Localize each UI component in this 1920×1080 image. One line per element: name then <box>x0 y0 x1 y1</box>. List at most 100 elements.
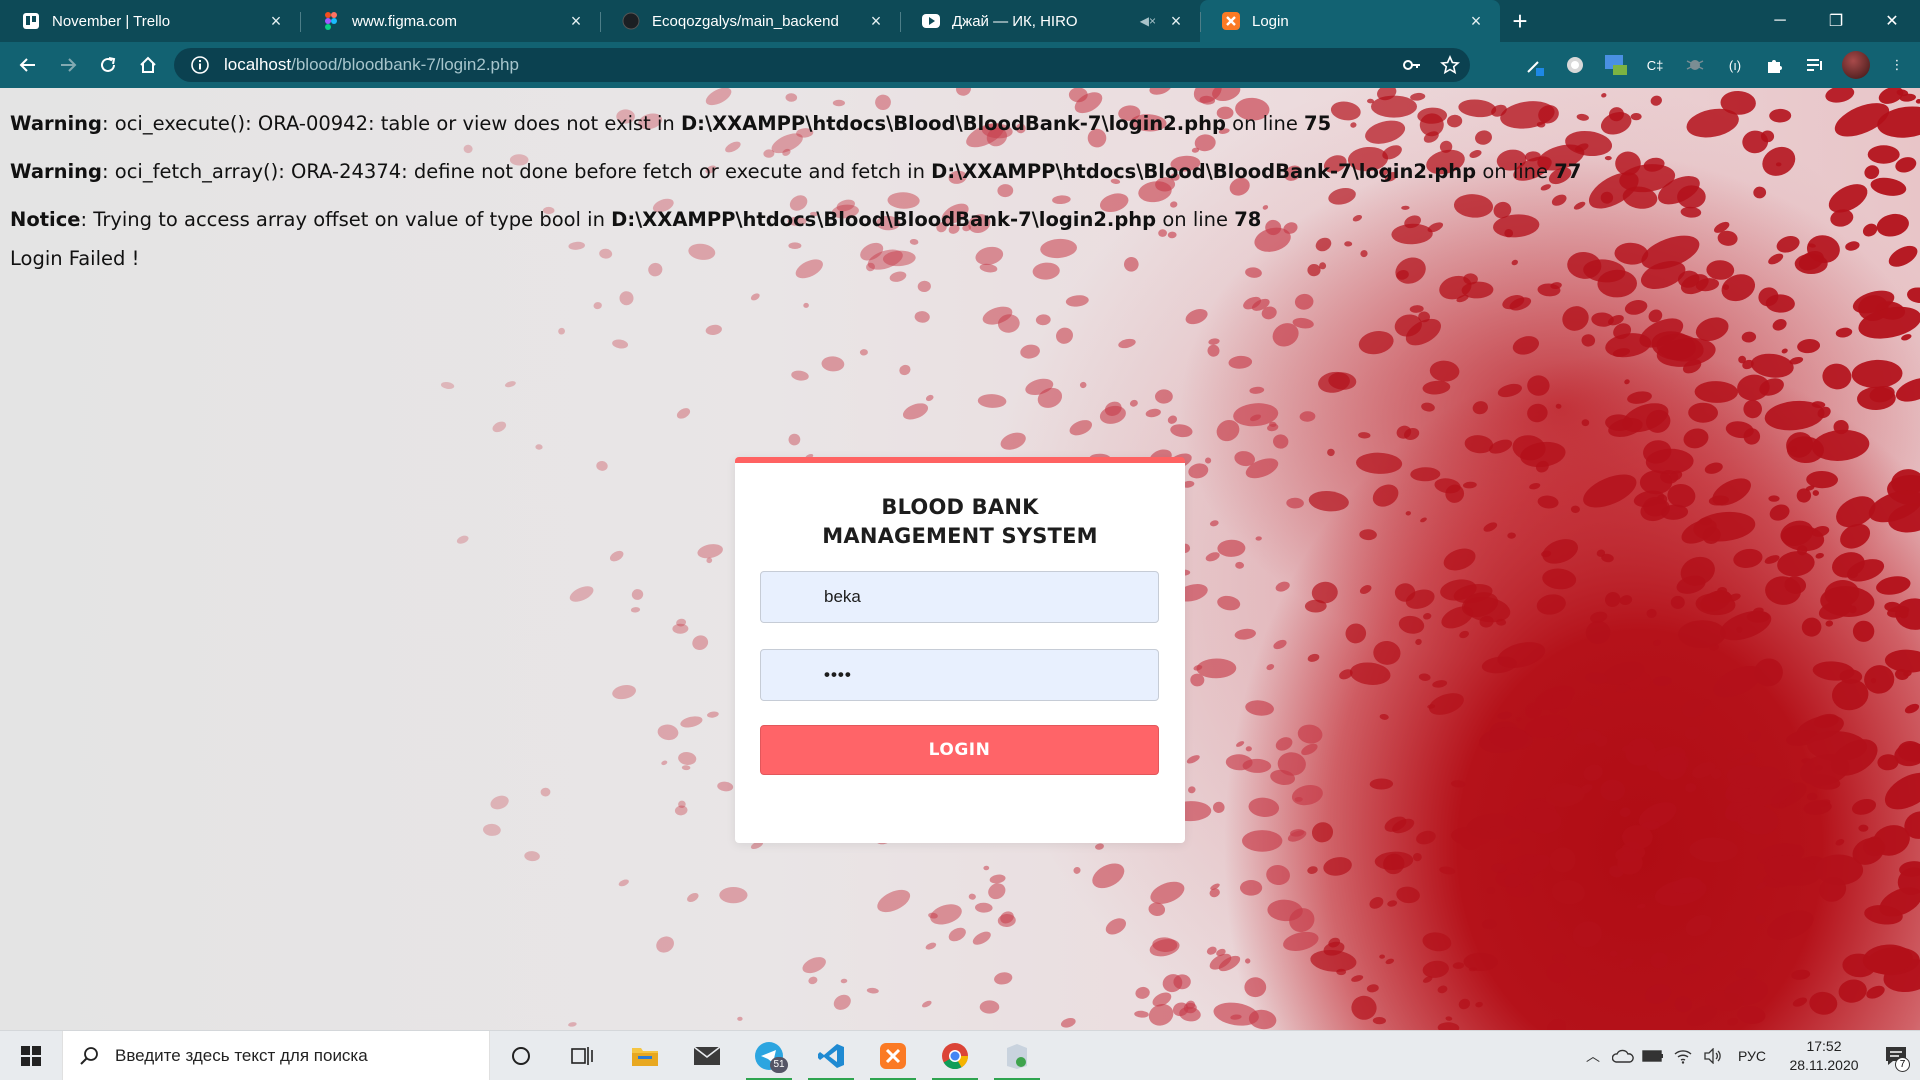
start-button[interactable] <box>0 1031 62 1080</box>
msg-on-line: on line <box>1225 112 1305 135</box>
media-queue-icon[interactable] <box>1802 52 1828 78</box>
chrome-icon <box>942 1042 969 1069</box>
telegram-unread-badge: 51 <box>770 1056 788 1073</box>
close-icon[interactable]: × <box>1466 11 1486 31</box>
php-notice: Notice: Trying to access array offset on… <box>10 196 1581 244</box>
speaker-muted-icon[interactable]: ◀× <box>1140 14 1156 28</box>
task-view-icon <box>571 1046 593 1065</box>
cortana-button[interactable] <box>490 1031 552 1080</box>
close-icon[interactable]: × <box>566 11 586 31</box>
reload-button[interactable] <box>88 42 128 88</box>
url-host: localhost <box>224 55 292 74</box>
windows-taskbar: Введите здесь текст для поиска 51 ︿ РУС … <box>0 1030 1920 1080</box>
msg-text: : oci_fetch_array(): ORA-24374: define n… <box>102 160 932 183</box>
login-title: BLOOD BANK MANAGEMENT SYSTEM <box>735 493 1185 551</box>
tab-youtube[interactable]: Джай — ИК, HIRO ◀× × <box>900 0 1200 42</box>
record-icon[interactable] <box>1562 52 1588 78</box>
github-icon <box>622 12 640 30</box>
tab-login[interactable]: Login × <box>1200 0 1500 42</box>
tab-title: November | Trello <box>52 12 171 30</box>
clock[interactable]: 17:52 28.11.2020 <box>1776 1037 1872 1075</box>
battery-icon[interactable] <box>1638 1031 1668 1080</box>
home-icon <box>140 56 156 73</box>
xampp-button[interactable] <box>862 1031 924 1080</box>
login-status: Login Failed ! <box>10 247 140 270</box>
chrome-button[interactable] <box>924 1031 986 1080</box>
login-button[interactable]: LOGIN <box>760 725 1159 775</box>
tab-trello[interactable]: November | Trello × <box>0 0 300 42</box>
color-picker-icon[interactable] <box>1522 52 1548 78</box>
language-indicator[interactable]: РУС <box>1728 1031 1776 1080</box>
close-window-icon[interactable]: ✕ <box>1864 0 1920 42</box>
minimize-icon[interactable]: ─ <box>1752 0 1808 42</box>
search-placeholder: Введите здесь текст для поиска <box>115 1045 368 1065</box>
key-icon[interactable] <box>1402 55 1422 75</box>
onedrive-icon[interactable] <box>1608 1031 1638 1080</box>
msg-level: Warning <box>10 160 102 183</box>
back-button[interactable] <box>8 42 48 88</box>
figma-icon <box>322 12 340 30</box>
close-icon[interactable]: × <box>1166 11 1186 31</box>
star-icon[interactable] <box>1440 55 1460 75</box>
restore-icon[interactable]: ❐ <box>1808 0 1864 42</box>
arrow-left-icon <box>19 58 35 72</box>
installer-button[interactable] <box>986 1031 1048 1080</box>
browser-toolbar: localhost/blood/bloodbank-7/login2.php C… <box>0 42 1920 88</box>
msg-line: 77 <box>1554 160 1582 183</box>
msg-text: : Trying to access array offset on value… <box>80 208 612 231</box>
address-bar[interactable]: localhost/blood/bloodbank-7/login2.php <box>174 48 1470 82</box>
reload-icon <box>101 57 116 72</box>
window-controls: ─ ❐ ✕ <box>1752 0 1920 42</box>
home-button[interactable] <box>128 42 168 88</box>
taskbar-search[interactable]: Введите здесь текст для поиска <box>62 1030 490 1080</box>
msg-level: Notice <box>10 208 81 231</box>
login-title-line1: BLOOD BANK <box>881 495 1039 519</box>
cortana-circle-icon <box>512 1046 530 1065</box>
msg-file: D:\XXAMPP\htdocs\Blood\BloodBank-7\login… <box>931 160 1477 183</box>
new-tab-button[interactable]: + <box>1500 0 1540 42</box>
task-view-button[interactable] <box>552 1031 614 1080</box>
php-error-messages: Warning: oci_execute(): ORA-00942: table… <box>10 100 1581 278</box>
file-explorer-button[interactable] <box>614 1031 676 1080</box>
chevron-up-icon[interactable]: ︿ <box>1578 1031 1608 1080</box>
broadcast-icon[interactable]: (ı) <box>1722 52 1748 78</box>
tab-title: Джай — ИК, HIRO <box>952 12 1078 30</box>
clock-date: 28.11.2020 <box>1789 1057 1859 1073</box>
info-icon[interactable] <box>190 55 210 75</box>
vscode-icon <box>818 1043 844 1068</box>
msg-text: : oci_execute(): ORA-00942: table or vie… <box>102 112 681 135</box>
msg-line: 78 <box>1234 208 1262 231</box>
wifi-icon[interactable] <box>1668 1031 1698 1080</box>
browser-tab-strip: November | Trello × www.figma.com × Ecoq… <box>0 0 1920 42</box>
vscode-button[interactable] <box>800 1031 862 1080</box>
msg-level: Warning <box>10 112 102 135</box>
menu-kebab-icon[interactable]: ⋮ <box>1884 52 1910 78</box>
tab-github[interactable]: Ecoqozgalys/main_backend × <box>600 0 900 42</box>
php-warning-2: Warning: oci_fetch_array(): ORA-24374: d… <box>10 148 1581 196</box>
page-content: Warning: oci_execute(): ORA-00942: table… <box>0 88 1920 1030</box>
close-icon[interactable]: × <box>866 11 886 31</box>
msg-file: D:\XXAMPP\htdocs\Blood\BloodBank-7\login… <box>611 208 1157 231</box>
tab-figma[interactable]: www.figma.com × <box>300 0 600 42</box>
tab-title: Ecoqozgalys/main_backend <box>652 12 839 30</box>
password-input[interactable] <box>760 649 1159 701</box>
system-tray: ︿ РУС 17:52 28.11.2020 7 <box>1578 1031 1920 1080</box>
installer-icon <box>1007 1043 1027 1069</box>
action-center-button[interactable]: 7 <box>1872 1031 1920 1080</box>
login-card: BLOOD BANK MANAGEMENT SYSTEM LOGIN <box>735 457 1185 843</box>
puzzle-icon[interactable] <box>1762 52 1788 78</box>
bug-icon[interactable] <box>1682 52 1708 78</box>
profile-avatar[interactable] <box>1842 51 1870 79</box>
css-extension-icon[interactable]: C‡ <box>1642 52 1668 78</box>
telegram-button[interactable]: 51 <box>738 1031 800 1080</box>
username-input[interactable] <box>760 571 1159 623</box>
mail-button[interactable] <box>676 1031 738 1080</box>
mail-icon <box>693 1045 721 1065</box>
search-icon <box>80 1046 98 1065</box>
close-icon[interactable]: × <box>266 11 286 31</box>
volume-icon[interactable] <box>1698 1031 1728 1080</box>
forward-button[interactable] <box>48 42 88 88</box>
tab-title: www.figma.com <box>352 12 458 30</box>
msg-line: 75 <box>1304 112 1332 135</box>
timer-extension-icon[interactable] <box>1602 52 1628 78</box>
